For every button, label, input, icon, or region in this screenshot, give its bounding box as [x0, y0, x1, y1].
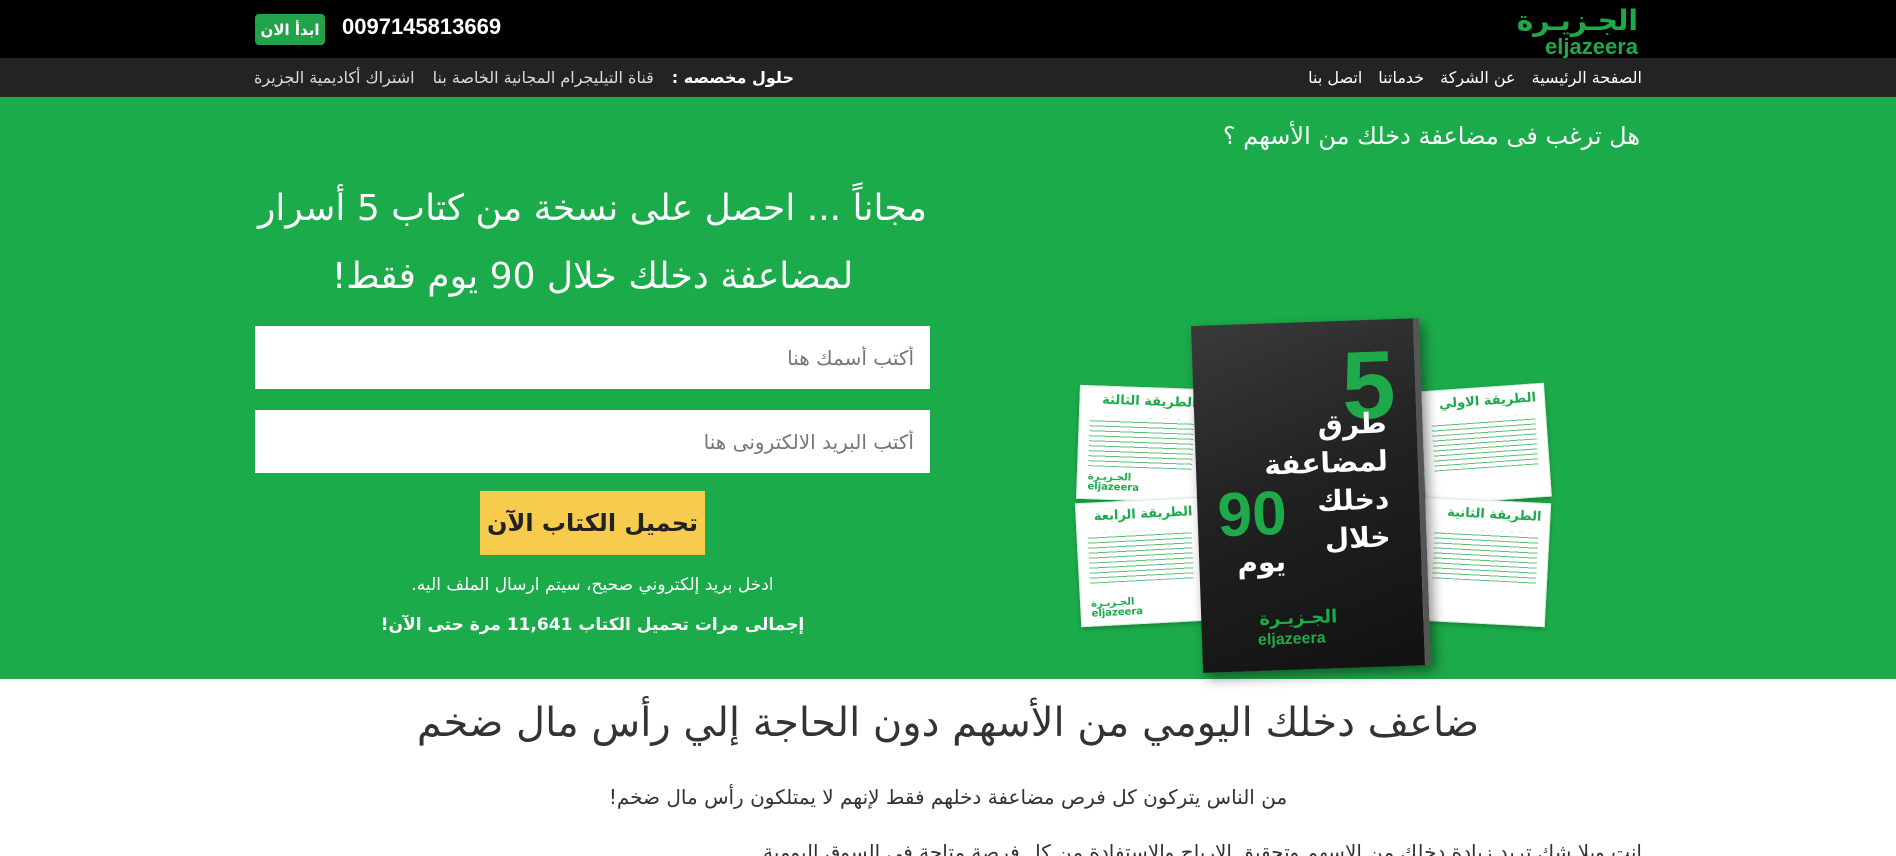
hero-headline: مجاناً ... احصل على نسخة من كتاب 5 أسرار… [257, 188, 928, 297]
nav-item-home[interactable]: الصفحة الرئيسية [1532, 68, 1642, 87]
sheet-method-1: الطريقة الاولي [1418, 382, 1552, 506]
email-hint: ادخل بريد إلكتروني صحيح، سيتم ارسال المل… [411, 575, 774, 595]
nav-item-about[interactable]: عن الشركة [1440, 68, 1515, 87]
nav-item-contact[interactable]: اتصل بنا [1308, 68, 1362, 87]
email-input[interactable] [255, 410, 930, 473]
hero-question: هل ترغب فى مضاعفة دخلك من الأسهم ؟ [1222, 122, 1640, 150]
download-book-button[interactable]: تحميل الكتاب الآن [480, 491, 705, 555]
sheet-method-3: الطريقة الثالثة الجـزيـرة eljazeera [1076, 384, 1206, 504]
sheet-text-lines [1432, 528, 1539, 584]
book-logo-arabic: الجـزيـرة [1258, 606, 1338, 630]
sheet-text-lines [1431, 414, 1539, 472]
top-bar: الجـزيـرة eljazeera 0097145813669 ابدأ ا… [0, 0, 1896, 58]
book-illustration: الطريقة الثالثة الجـزيـرة eljazeera الطري… [1070, 217, 1560, 677]
nav-item-services[interactable]: خدماتنا [1378, 68, 1424, 87]
sheet-logo: الجـزيـرة eljazeera [1087, 471, 1140, 494]
nav-item-telegram[interactable]: قناة التيليجرام المجانية الخاصة بنا [433, 68, 654, 87]
start-now-button[interactable]: ابدأ الان [255, 14, 325, 45]
book-logo-english: eljazeera [1257, 629, 1326, 649]
sheet-method-2: الطريقة الثانية [1418, 496, 1552, 628]
phone-number[interactable]: 0097145813669 [342, 14, 501, 40]
download-counter: إجمالى مرات تحميل الكتاب 11,641 مرة حتى … [380, 615, 805, 635]
book-days-number: 90 [1216, 478, 1288, 551]
main-nav: الصفحة الرئيسية عن الشركة خدماتنا اتصل ب… [1308, 58, 1642, 97]
name-input[interactable] [255, 326, 930, 389]
logo-arabic-text: الجـزيـرة [1516, 4, 1638, 37]
logo-english-text: eljazeera [1545, 34, 1638, 59]
nav-bar: الصفحة الرئيسية عن الشركة خدماتنا اتصل ب… [0, 58, 1896, 97]
sheet-title: الطريقة الرابعة [1093, 504, 1193, 525]
book-days-word: يوم [1236, 544, 1287, 580]
custom-solutions-nav: حلول مخصصه : قناة التيليجرام المجانية ال… [254, 58, 794, 97]
sheet-title: الطريقة الاولي [1438, 390, 1537, 413]
sheet-text-lines [1087, 528, 1194, 584]
hero-section: هل ترغب فى مضاعفة دخلك من الأسهم ؟ مجانا… [0, 97, 1896, 679]
sheet-title: الطريقة الثالثة [1101, 392, 1197, 411]
custom-solutions-label: حلول مخصصه : [671, 68, 794, 87]
sheet-logo: الجـزيـرة eljazeera [1090, 596, 1144, 620]
section-body-text: انت وبلا شك تريد زيادة دخلك من الاسهم وت… [763, 840, 1642, 856]
site-logo[interactable]: الجـزيـرة eljazeera [1516, 4, 1638, 59]
book-cover: 5 طرق لمضاعفة دخلك خلال 90 يوم الجـزيـرة… [1191, 318, 1431, 673]
sheet-text-lines [1088, 416, 1194, 470]
nav-item-academy[interactable]: اشتراك أكاديمية الجزيرة [254, 68, 415, 87]
section-subtitle: من الناس يتركون كل فرص مضاعفة دخلهم فقط … [608, 785, 1288, 809]
sheet-method-4: الطريقة الرابعة الجـزيـرة eljazeera [1074, 496, 1208, 628]
section-title: ضاعف دخلك اليومي من الأسهم دون الحاجة إل… [416, 700, 1480, 746]
sheet-title: الطريقة الثانية [1446, 504, 1542, 525]
